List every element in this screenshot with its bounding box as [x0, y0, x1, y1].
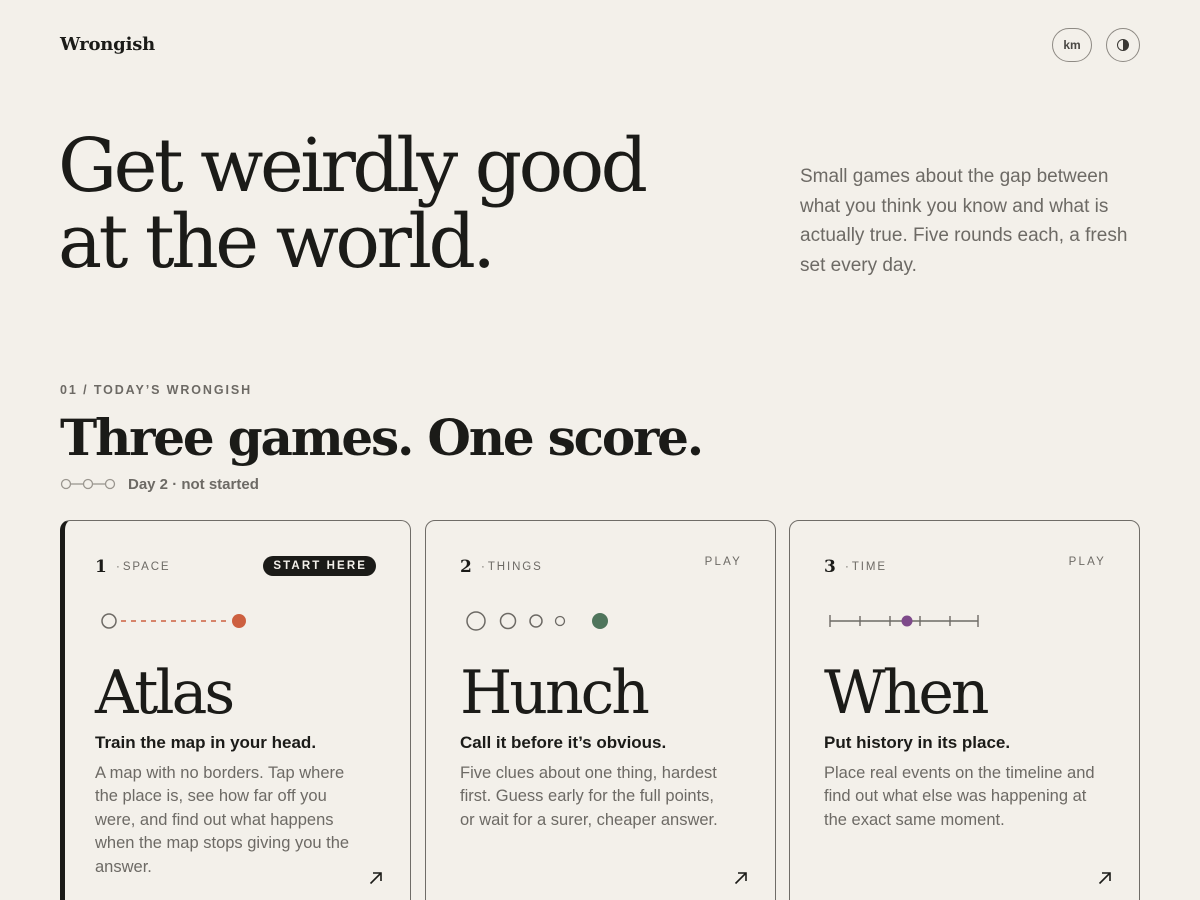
card-category: · TIME: [845, 561, 887, 573]
hero-title: Get weirdly good at the world.: [58, 128, 698, 280]
game-tagline: Train the map in your head.: [95, 733, 317, 752]
game-description: Place real events on the timeline and fi…: [824, 764, 1095, 829]
hero-title-line-1: Get weirdly good: [58, 123, 648, 209]
card-category-label: SPACE: [122, 561, 171, 573]
section-title: Three games. One score.: [60, 408, 704, 467]
card-category: · SPACE: [116, 561, 171, 573]
distance-line-icon: [101, 613, 246, 629]
game-card-hunch[interactable]: 2 · THINGS PLAY Hunch Call it before it’s…: [425, 520, 776, 900]
card-category-label: THINGS: [487, 561, 543, 573]
start-here-badge[interactable]: START HERE: [263, 556, 376, 576]
distance-unit-toggle[interactable]: km: [1052, 28, 1092, 62]
card-number: 1: [95, 557, 107, 577]
shrinking-circles-icon: [466, 611, 608, 631]
brand-logo[interactable]: Wrongish: [60, 34, 155, 55]
play-link[interactable]: PLAY: [1069, 556, 1106, 568]
arrow-up-right-icon: [734, 872, 747, 885]
game-description: Five clues about one thing, hardest firs…: [460, 764, 718, 829]
card-category: · THINGS: [481, 561, 543, 573]
game-card-when[interactable]: 3 · TIME PLAY When Put history in its pla…: [789, 520, 1140, 900]
game-tagline: Call it before it’s obvious.: [460, 733, 667, 752]
theme-toggle-button[interactable]: [1106, 28, 1140, 62]
arrow-up-right-icon: [1098, 872, 1111, 885]
three-step-progress-icon: [60, 478, 116, 490]
hero-title-line-2: at the world.: [58, 199, 496, 285]
game-tagline: Put history in its place.: [824, 733, 1011, 752]
card-number: 2: [460, 557, 472, 577]
arrow-up-right-icon: [369, 872, 382, 885]
hero-description: Small games about the gap between what y…: [800, 166, 1128, 276]
game-card-atlas[interactable]: 1 · SPACE START HERE Atlas Train the map …: [60, 520, 411, 900]
play-link[interactable]: PLAY: [705, 556, 742, 568]
half-circle-contrast-icon: [1117, 39, 1129, 51]
day-status: Day 2 · not started: [128, 475, 259, 493]
game-title: Hunch: [460, 658, 650, 728]
section-eyebrow: 01 / TODAY’S WRONGISH: [60, 383, 253, 397]
card-category-label: TIME: [851, 561, 887, 573]
card-number: 3: [824, 557, 836, 577]
timeline-ticks-icon: [829, 615, 979, 627]
game-title: When: [824, 658, 989, 728]
game-title: Atlas: [95, 658, 235, 728]
daily-progress: Day 2 · not started: [60, 474, 259, 494]
game-description: A map with no borders. Tap where the pla…: [95, 764, 350, 876]
